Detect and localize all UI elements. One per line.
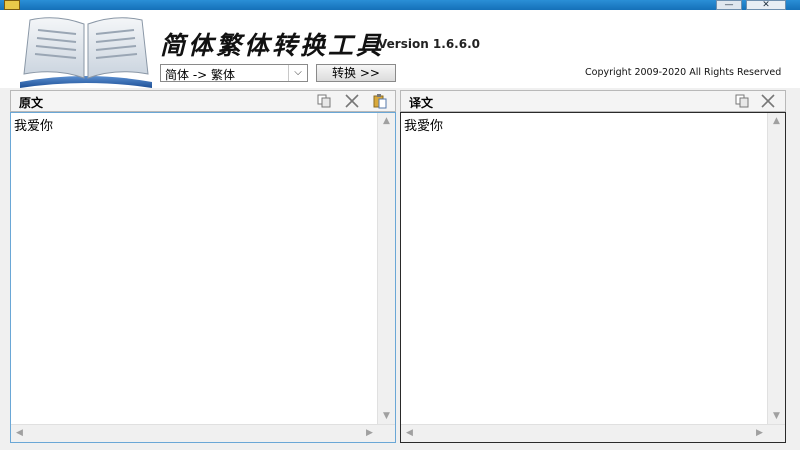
scroll-down-icon[interactable]: ▼ — [378, 408, 395, 425]
app-icon — [4, 0, 20, 10]
result-panel: 译文 我愛你 ▲ ▼ ◀ ▶ — [400, 90, 786, 443]
scroll-up-icon[interactable]: ▲ — [768, 113, 785, 130]
book-logo-icon — [20, 17, 152, 88]
scroll-left-icon[interactable]: ◀ — [401, 425, 418, 442]
copyright-text: Copyright 2009-2020 All Rights Reserved — [585, 67, 782, 78]
chevron-down-icon[interactable]: ⌵ — [288, 65, 307, 81]
result-panel-title: 译文 — [409, 96, 434, 110]
result-text-area[interactable]: 我愛你 ▲ ▼ ◀ ▶ — [400, 112, 786, 443]
scroll-right-icon[interactable]: ▶ — [751, 425, 768, 442]
header: 简体繁体转换工具 Version 1.6.6.0 简体 -> 繁体 ⌵ 转换 >… — [0, 10, 800, 88]
cut-icon[interactable] — [343, 93, 361, 110]
vertical-scrollbar[interactable]: ▲ ▼ — [377, 113, 395, 425]
source-panel-title: 原文 — [19, 96, 44, 110]
app-title: 简体繁体转换工具 — [160, 31, 385, 60]
source-panel: 原文 我爱你 ▲ ▼ ◀ ▶ — [10, 90, 396, 443]
cut-icon[interactable] — [759, 93, 777, 110]
source-panel-header: 原文 — [10, 90, 396, 112]
conversion-mode-value: 简体 -> 繁体 — [165, 68, 236, 82]
convert-button[interactable]: 转换 >> — [316, 64, 396, 82]
minimize-button[interactable]: — — [716, 0, 742, 10]
vertical-scrollbar[interactable]: ▲ ▼ — [767, 113, 785, 425]
close-button[interactable]: ✕ — [746, 0, 786, 10]
result-panel-header: 译文 — [400, 90, 786, 112]
paste-icon[interactable] — [371, 93, 389, 110]
conversion-mode-select[interactable]: 简体 -> 繁体 ⌵ — [160, 64, 308, 82]
title-bar: — ✕ — [0, 0, 800, 10]
source-text-area[interactable]: 我爱你 ▲ ▼ ◀ ▶ — [10, 112, 396, 443]
horizontal-scrollbar[interactable]: ◀ ▶ — [401, 424, 785, 442]
scroll-right-icon[interactable]: ▶ — [361, 425, 378, 442]
result-text[interactable]: 我愛你 — [404, 115, 764, 420]
copy-icon[interactable] — [733, 93, 751, 110]
horizontal-scrollbar[interactable]: ◀ ▶ — [11, 424, 395, 442]
scroll-up-icon[interactable]: ▲ — [378, 113, 395, 130]
version-label: Version 1.6.6.0 — [378, 37, 480, 51]
copy-icon[interactable] — [315, 93, 333, 110]
source-text[interactable]: 我爱你 — [14, 115, 374, 420]
scroll-left-icon[interactable]: ◀ — [11, 425, 28, 442]
scroll-down-icon[interactable]: ▼ — [768, 408, 785, 425]
